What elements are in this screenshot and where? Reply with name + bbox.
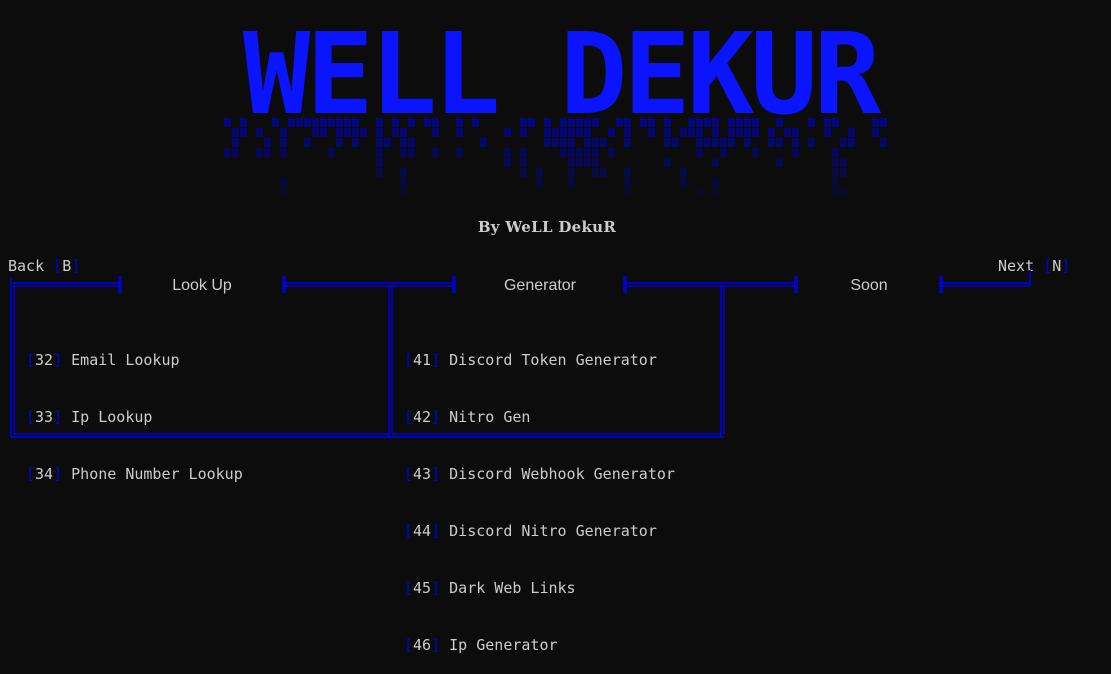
column-header-generator: Generator	[503, 277, 577, 294]
item-number: 42	[413, 408, 432, 426]
item-number: 46	[413, 636, 432, 654]
item-label: Discord Webhook Generator	[449, 465, 675, 483]
item-label: Ip Generator	[449, 636, 558, 654]
item-number: 34	[35, 465, 54, 483]
item-number: 44	[413, 522, 432, 540]
item-label: Dark Web Links	[449, 579, 576, 597]
item-number: 43	[413, 465, 432, 483]
column-header-soon: Soon	[850, 277, 888, 294]
list-item[interactable]: [44] Discord Nitro Generator	[404, 522, 675, 541]
list-item[interactable]: [34] Phone Number Lookup	[26, 465, 243, 484]
list-item[interactable]: [46] Ip Generator	[404, 636, 675, 655]
list-item[interactable]: [42] Nitro Gen	[404, 408, 675, 427]
item-number: 33	[35, 408, 54, 426]
list-item[interactable]: [45] Dark Web Links	[404, 579, 675, 598]
item-label: Discord Nitro Generator	[449, 522, 657, 540]
list-item[interactable]: [43] Discord Webhook Generator	[404, 465, 675, 484]
generator-list: [41] Discord Token Generator [42] Nitro …	[404, 313, 675, 674]
item-label: Nitro Gen	[449, 408, 531, 426]
lookup-list: [32] Email Lookup [33] Ip Lookup [34] Ph…	[26, 313, 243, 503]
list-item[interactable]: [33] Ip Lookup	[26, 408, 243, 427]
item-label: Discord Token Generator	[449, 351, 657, 369]
item-number: 45	[413, 579, 432, 597]
item-number: 41	[413, 351, 432, 369]
item-label: Email Lookup	[71, 351, 180, 369]
item-label: Phone Number Lookup	[71, 465, 243, 483]
item-number: 32	[35, 351, 54, 369]
item-label: Ip Lookup	[71, 408, 153, 426]
column-header-lookup: Look Up	[172, 277, 232, 294]
list-item[interactable]: [32] Email Lookup	[26, 351, 243, 370]
list-item[interactable]: [41] Discord Token Generator	[404, 351, 675, 370]
